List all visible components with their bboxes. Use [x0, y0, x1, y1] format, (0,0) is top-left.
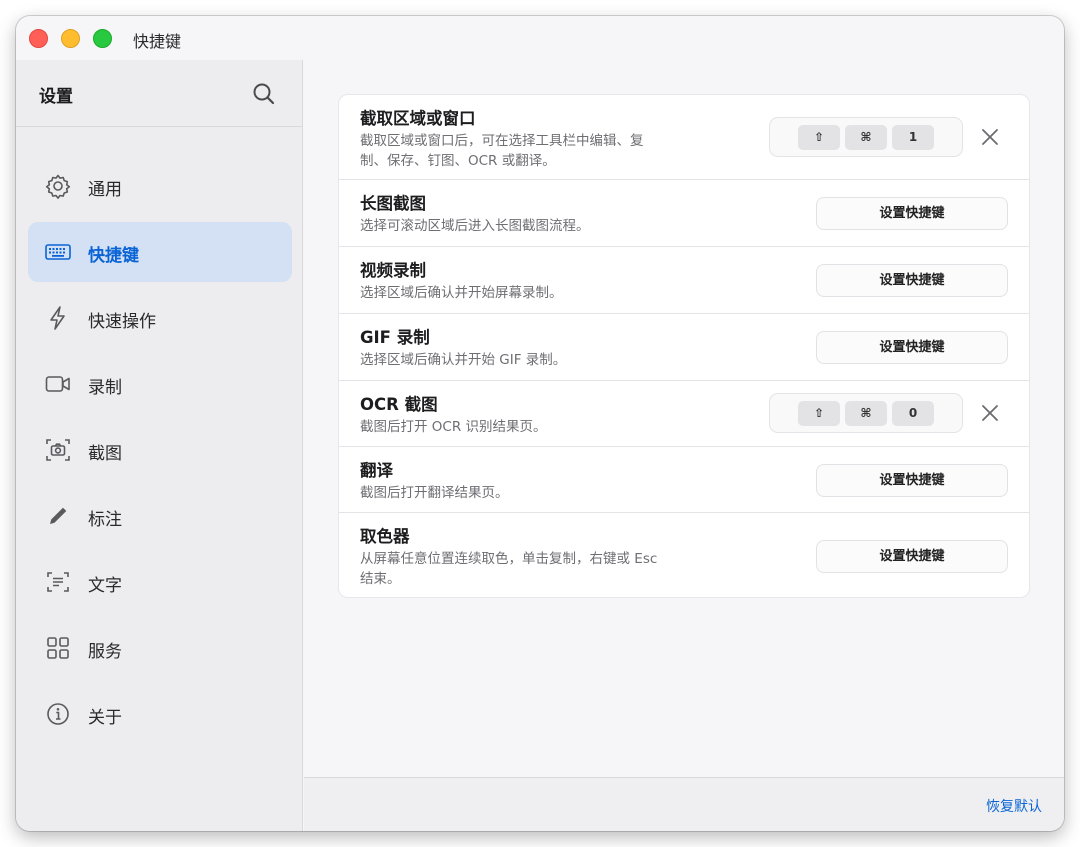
shortcut-row-translate: 翻译 截图后打开翻译结果页。 设置快捷键	[339, 447, 1029, 513]
bolt-icon	[50, 306, 65, 330]
digit-key: 1	[892, 125, 934, 150]
shortcut-title: GIF 录制	[360, 328, 430, 347]
sidebar-item-screenshot[interactable]: 截图	[28, 420, 292, 480]
shortcut-key-field[interactable]: ⇧ ⌘ 0	[769, 393, 963, 433]
sidebar-item-about[interactable]: 关于	[28, 684, 292, 744]
minimize-window-button[interactable]	[61, 29, 80, 48]
digit-key: 0	[892, 401, 934, 426]
close-window-button[interactable]	[29, 29, 48, 48]
sidebar-title: 设置	[39, 87, 73, 107]
shortcut-title: 翻译	[360, 461, 393, 480]
shift-key: ⇧	[798, 125, 840, 150]
shortcut-key-field[interactable]: ⇧ ⌘ 1	[769, 117, 963, 157]
shortcut-description: 截图后打开翻译结果页。	[360, 485, 509, 501]
shortcut-title: 截取区域或窗口	[360, 109, 476, 128]
gear-icon	[45, 174, 71, 199]
set-shortcut-button[interactable]: 设置快捷键	[816, 264, 1008, 297]
main-content: 截取区域或窗口 截取区域或窗口后，可在选择工具栏中编辑、复制、保存、钉图、OCR…	[304, 60, 1064, 778]
window-title: 快捷键	[133, 32, 182, 51]
set-shortcut-button[interactable]: 设置快捷键	[816, 197, 1008, 230]
shortcut-row-capture-region: 截取区域或窗口 截取区域或窗口后，可在选择工具栏中编辑、复制、保存、钉图、OCR…	[339, 95, 1029, 180]
settings-window: 快捷键 设置 通用 快捷键 快速操作 录制 截图 标注 文字 服务 关于 截取区…	[16, 16, 1064, 831]
clear-shortcut-button[interactable]	[979, 126, 1001, 148]
sidebar-item-label: 关于	[88, 708, 122, 728]
close-icon	[982, 405, 998, 421]
pencil-icon	[50, 507, 67, 524]
sidebar-item-label: 录制	[88, 378, 122, 398]
set-shortcut-button[interactable]: 设置快捷键	[816, 331, 1008, 364]
shortcuts-list: 截取区域或窗口 截取区域或窗口后，可在选择工具栏中编辑、复制、保存、钉图、OCR…	[338, 94, 1030, 598]
shortcut-description: 截图后打开 OCR 识别结果页。	[360, 419, 547, 435]
command-key: ⌘	[845, 401, 887, 426]
sidebar-item-text[interactable]: 文字	[28, 552, 292, 612]
shortcut-description: 选择可滚动区域后进入长图截图流程。	[360, 218, 590, 234]
shortcut-description: 选择区域后确认并开始 GIF 录制。	[360, 352, 567, 368]
shortcut-title: 长图截图	[360, 194, 426, 213]
shortcut-title: 视频录制	[360, 261, 426, 280]
shortcut-title: 取色器	[360, 527, 410, 546]
sidebar-item-label: 快捷键	[88, 246, 139, 266]
shortcut-description: 从屏幕任意位置连续取色，单击复制，右键或 Esc 结束。	[360, 551, 658, 587]
shortcut-row-ocr-screenshot: OCR 截图 截图后打开 OCR 识别结果页。 ⇧ ⌘ 0	[339, 381, 1029, 447]
sidebar-item-quick-actions[interactable]: 快速操作	[28, 288, 292, 348]
search-button[interactable]	[250, 80, 278, 108]
text-scan-icon	[47, 572, 69, 592]
info-icon	[47, 703, 69, 725]
shortcut-description: 选择区域后确认并开始屏幕录制。	[360, 285, 563, 301]
shortcut-row-video-record: 视频录制 选择区域后确认并开始屏幕录制。 设置快捷键	[339, 247, 1029, 314]
sidebar: 设置 通用 快捷键 快速操作 录制 截图 标注 文字 服务 关于	[16, 60, 303, 831]
sidebar-item-record[interactable]: 录制	[28, 354, 292, 414]
footer-bar: 恢复默认	[304, 777, 1064, 831]
sidebar-item-label: 文字	[88, 576, 122, 596]
command-key: ⌘	[845, 125, 887, 150]
clear-shortcut-button[interactable]	[979, 402, 1001, 424]
shift-key: ⇧	[798, 401, 840, 426]
sidebar-header: 设置	[16, 60, 303, 127]
close-icon	[982, 129, 998, 145]
sidebar-item-general[interactable]: 通用	[28, 156, 292, 216]
title-bar: 快捷键	[16, 16, 1064, 60]
restore-defaults-button[interactable]: 恢复默认	[986, 796, 1042, 816]
grid-icon	[47, 637, 69, 659]
sidebar-item-label: 通用	[88, 180, 122, 200]
set-shortcut-button[interactable]: 设置快捷键	[816, 464, 1008, 497]
sidebar-item-label: 截图	[88, 444, 122, 464]
set-shortcut-button[interactable]: 设置快捷键	[816, 540, 1008, 573]
shortcut-row-color-picker: 取色器 从屏幕任意位置连续取色，单击复制，右键或 Esc 结束。 设置快捷键	[339, 513, 1029, 597]
sidebar-item-label: 快速操作	[88, 312, 156, 332]
shortcut-description: 截取区域或窗口后，可在选择工具栏中编辑、复制、保存、钉图、OCR 或翻译。	[360, 133, 644, 169]
keyboard-icon	[45, 244, 71, 260]
shortcut-row-gif-record: GIF 录制 选择区域后确认并开始 GIF 录制。 设置快捷键	[339, 314, 1029, 381]
sidebar-item-annotate[interactable]: 标注	[28, 486, 292, 546]
shortcut-row-long-screenshot: 长图截图 选择可滚动区域后进入长图截图流程。 设置快捷键	[339, 180, 1029, 247]
screenshot-camera-icon	[46, 439, 70, 461]
shortcut-title: OCR 截图	[360, 395, 438, 414]
sidebar-item-services[interactable]: 服务	[28, 618, 292, 678]
sidebar-item-label: 服务	[88, 642, 122, 662]
video-camera-icon	[45, 376, 70, 392]
sidebar-item-shortcuts[interactable]: 快捷键	[28, 222, 292, 282]
search-icon	[253, 83, 275, 105]
zoom-window-button[interactable]	[93, 29, 112, 48]
sidebar-item-label: 标注	[88, 510, 122, 530]
